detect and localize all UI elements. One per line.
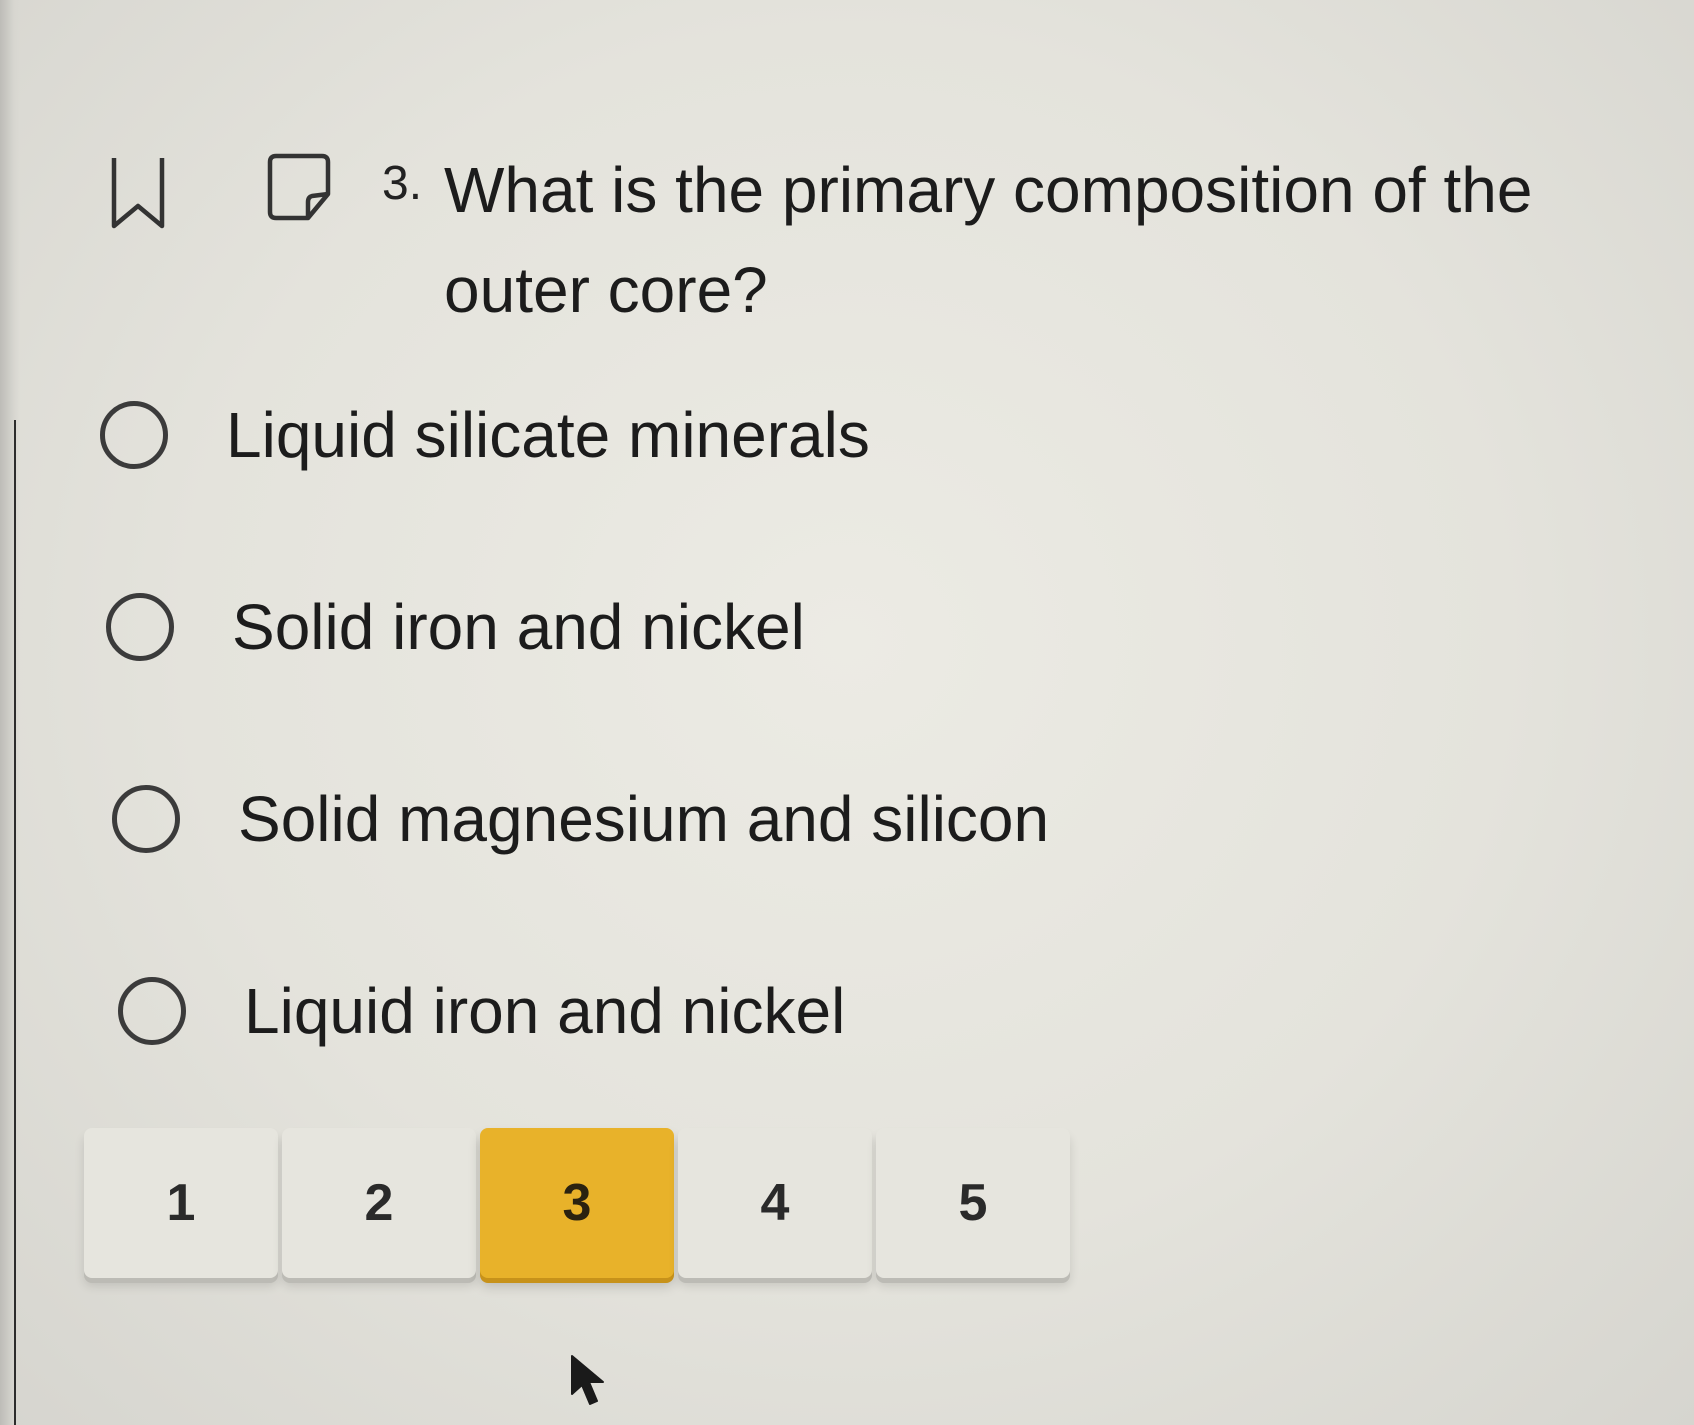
question-pager: 1 2 3 4 5: [84, 1128, 1074, 1278]
note-icon[interactable]: [264, 150, 334, 224]
radio-icon[interactable]: [100, 401, 168, 469]
left-border: [0, 0, 20, 1425]
page-button-3[interactable]: 3: [480, 1128, 674, 1278]
question-text: What is the primary composition of the o…: [444, 154, 1533, 326]
question-header: 3. What is the primary composition of th…: [100, 110, 1660, 330]
bookmark-icon[interactable]: [108, 152, 168, 232]
option-2[interactable]: Solid iron and nickel: [106, 587, 1606, 667]
option-4[interactable]: Liquid iron and nickel: [118, 971, 1618, 1051]
radio-icon[interactable]: [118, 977, 186, 1045]
cursor-arrow-icon: [571, 1355, 604, 1405]
option-3[interactable]: Solid magnesium and silicon: [112, 779, 1612, 859]
option-label: Solid iron and nickel: [232, 591, 805, 663]
page-button-1[interactable]: 1: [84, 1128, 278, 1278]
page-button-2[interactable]: 2: [282, 1128, 476, 1278]
answer-options: Liquid silicate minerals Solid iron and …: [100, 395, 1600, 1163]
page-button-5[interactable]: 5: [876, 1128, 1070, 1278]
option-label: Solid magnesium and silicon: [238, 783, 1050, 855]
option-label: Liquid iron and nickel: [244, 975, 846, 1047]
option-1[interactable]: Liquid silicate minerals: [100, 395, 1600, 475]
page-button-4[interactable]: 4: [678, 1128, 872, 1278]
radio-icon[interactable]: [106, 593, 174, 661]
question-number: 3.: [382, 157, 423, 210]
radio-icon[interactable]: [112, 785, 180, 853]
option-label: Liquid silicate minerals: [226, 399, 870, 471]
